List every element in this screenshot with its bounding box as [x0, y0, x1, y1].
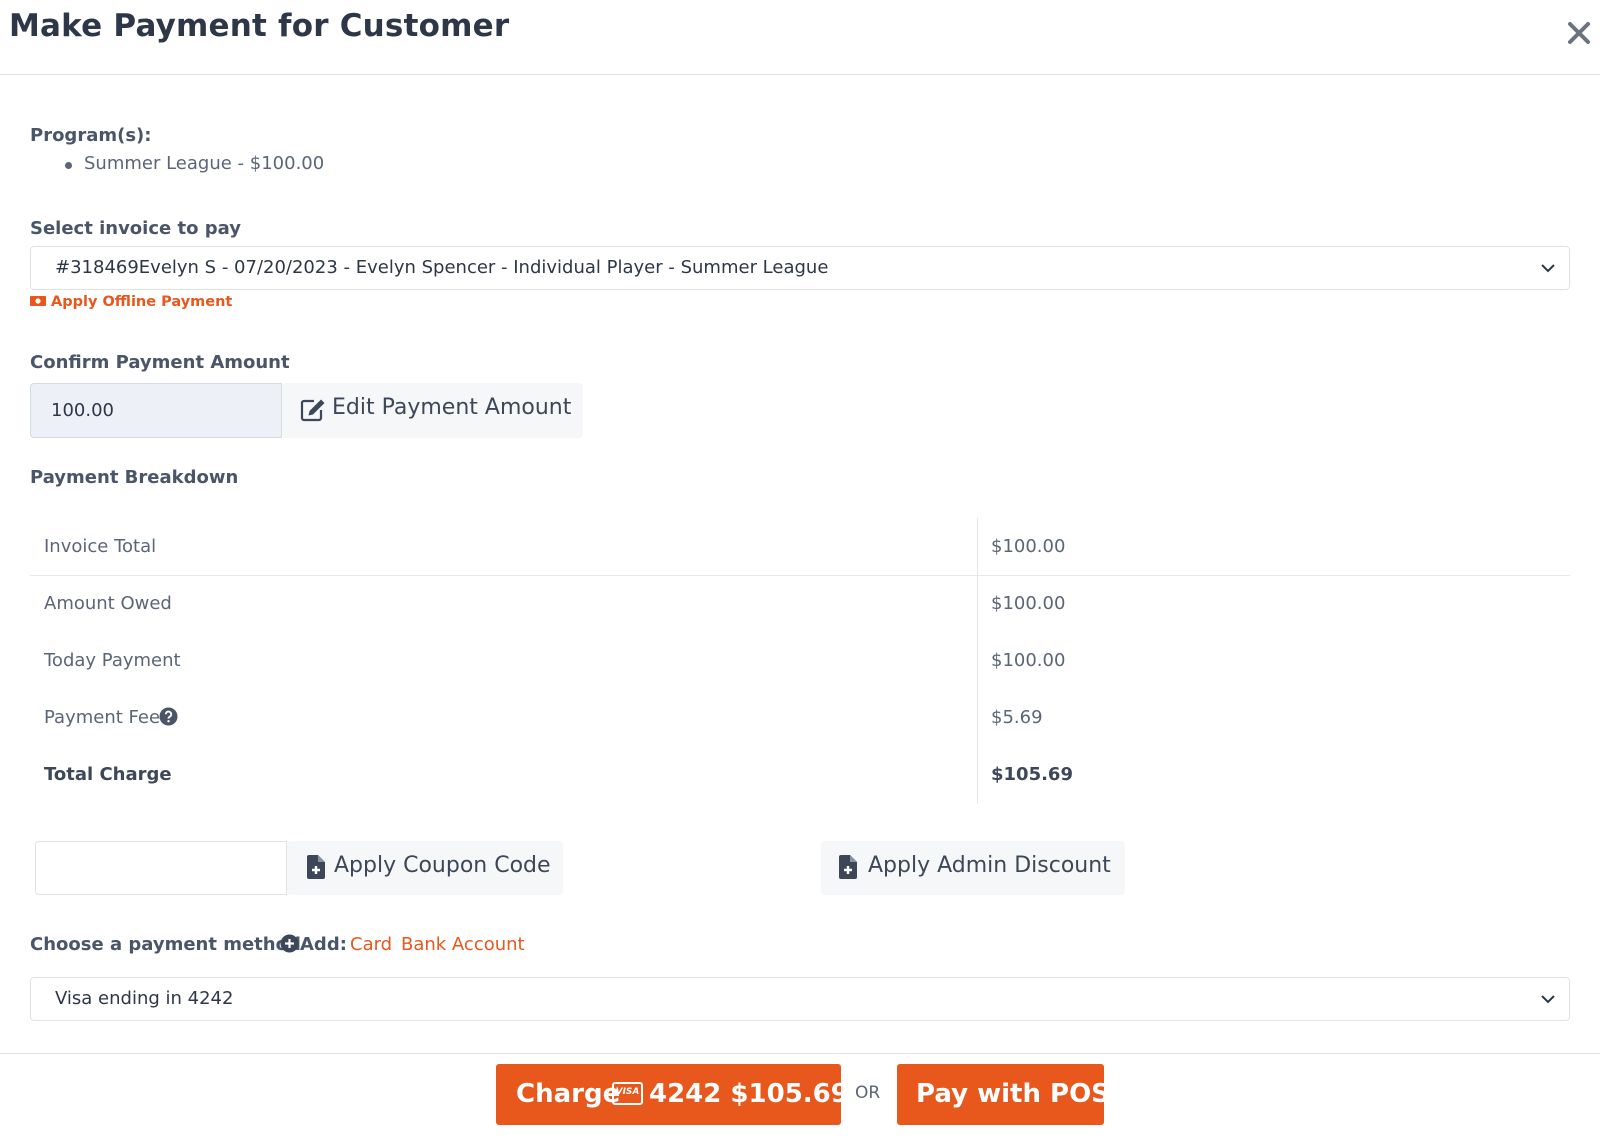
edit-icon — [300, 398, 326, 426]
modal-header: Make Payment for Customer — [0, 0, 1600, 75]
breakdown-label: Payment Breakdown — [30, 467, 239, 488]
breakdown-row-label: Payment Fee — [44, 707, 161, 728]
payment-amount-input[interactable]: 100.00 — [30, 383, 282, 438]
visa-card-icon: VISA — [612, 1082, 643, 1105]
question-circle-icon[interactable] — [159, 707, 178, 730]
pay-with-pos-label: Pay with POS — [916, 1079, 1110, 1109]
breakdown-divider — [30, 575, 1570, 576]
apply-admin-discount-label: Apply Admin Discount — [868, 853, 1111, 878]
invoice-select[interactable]: #318469Evelyn S - 07/20/2023 - Evelyn Sp… — [30, 246, 1570, 290]
payment-amount-label: Confirm Payment Amount — [30, 352, 290, 373]
programs-label: Program(s): — [30, 125, 152, 146]
apply-offline-payment-label: Apply Offline Payment — [51, 294, 233, 310]
payment-method-select[interactable]: Visa ending in 4242 — [30, 977, 1570, 1021]
breakdown-row-label: Invoice Total — [44, 536, 157, 557]
file-plus-icon — [307, 855, 325, 883]
charge-button[interactable]: Charge VISA 4242 $105.69 — [496, 1064, 849, 1125]
chevron-down-icon — [1539, 259, 1557, 277]
payment-amount-value: 100.00 — [51, 400, 114, 421]
breakdown-row-value: $100.00 — [991, 536, 1066, 557]
chevron-down-icon — [1539, 990, 1557, 1008]
footer-divider — [0, 1053, 1600, 1054]
program-item: Summer League - $100.00 — [84, 153, 325, 174]
breakdown-row-value: $100.00 — [991, 593, 1066, 614]
breakdown-total-value: $105.69 — [991, 764, 1073, 785]
add-card-link[interactable]: Card — [350, 934, 392, 955]
charge-button-amount: 4242 $105.69 — [649, 1079, 849, 1109]
breakdown-row-value: $5.69 — [991, 707, 1043, 728]
breakdown-column-divider — [977, 518, 978, 804]
bullet-icon — [65, 162, 72, 169]
plus-circle-icon — [280, 934, 299, 957]
edit-payment-amount-button[interactable]: Edit Payment Amount — [282, 383, 583, 438]
apply-offline-payment-link[interactable]: Apply Offline Payment — [30, 294, 232, 311]
modal-title: Make Payment for Customer — [9, 8, 510, 44]
file-plus-icon — [839, 855, 857, 883]
payment-method-value: Visa ending in 4242 — [55, 988, 234, 1009]
apply-coupon-code-label: Apply Coupon Code — [334, 853, 551, 878]
money-bill-icon — [30, 295, 46, 311]
edit-payment-amount-label: Edit Payment Amount — [332, 395, 572, 420]
add-bank-account-link[interactable]: Bank Account — [401, 934, 525, 955]
invoice-label: Select invoice to pay — [30, 218, 241, 239]
coupon-code-input[interactable] — [35, 841, 287, 895]
card-brand-text: VISA — [615, 1087, 640, 1097]
pay-with-pos-button[interactable]: Pay with POS — [897, 1064, 1110, 1125]
add-payment-method-label: Add: — [300, 934, 347, 955]
or-separator: OR — [855, 1083, 881, 1103]
invoice-select-value: #318469Evelyn S - 07/20/2023 - Evelyn Sp… — [55, 257, 829, 278]
close-icon[interactable] — [1563, 17, 1595, 49]
apply-admin-discount-button[interactable]: Apply Admin Discount — [821, 841, 1125, 895]
breakdown-total-label: Total Charge — [44, 764, 172, 785]
charge-button-prefix: Charge — [516, 1079, 621, 1109]
apply-coupon-code-button[interactable]: Apply Coupon Code — [287, 841, 563, 895]
breakdown-row-label: Amount Owed — [44, 593, 172, 614]
breakdown-row-value: $100.00 — [991, 650, 1066, 671]
breakdown-row-label: Today Payment — [44, 650, 181, 671]
payment-method-label: Choose a payment method — [30, 934, 301, 955]
